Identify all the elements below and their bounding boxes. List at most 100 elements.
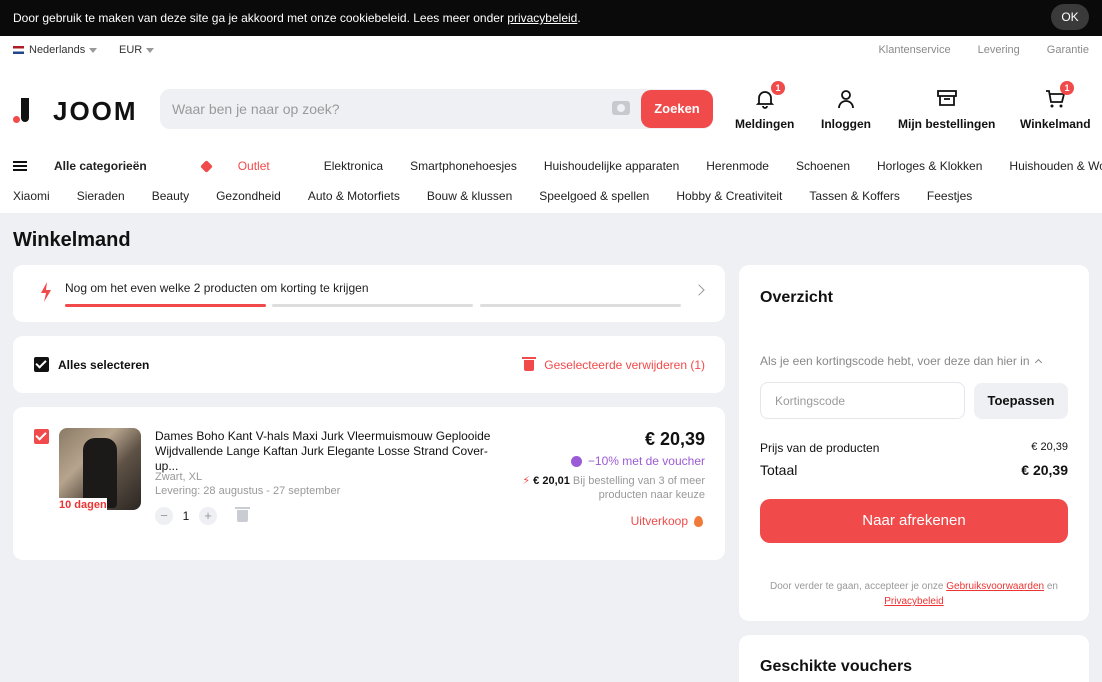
promo-code-input[interactable] (760, 382, 965, 419)
eligible-vouchers-card: Geschikte vouchers (739, 635, 1089, 682)
category-nav-secondary: Xiaomi Sieraden Beauty Gezondheid Auto &… (13, 189, 999, 203)
nav-outlet[interactable]: Outlet (199, 159, 297, 173)
product-title[interactable]: Dames Boho Kant V-hals Maxi Jurk Vleermu… (155, 429, 507, 474)
logo-wordmark: JOOM (53, 96, 138, 126)
nav-item[interactable]: Smartphonehoesjes (410, 159, 517, 173)
login-button[interactable]: Inloggen (821, 89, 871, 131)
flame-icon (694, 515, 703, 527)
cart-button[interactable]: 1 Winkelmand (1020, 81, 1091, 131)
nav-item[interactable]: Herenmode (706, 159, 769, 173)
delete-selected-button[interactable]: Geselecteerde verwijderen (1) (522, 356, 705, 372)
cookie-bar: Door gebruik te maken van deze site ga j… (0, 0, 1102, 36)
joom-logo[interactable]: JOOM (13, 96, 138, 127)
nav-item[interactable]: Elektronica (324, 159, 383, 173)
item-price: € 20,39 (644, 429, 705, 449)
select-all-label[interactable]: Alles selecteren (58, 358, 149, 372)
login-label: Inloggen (821, 117, 871, 131)
delivery-days-badge: 10 dagen (59, 498, 107, 512)
bulk-discount: ⚡ € 20,01 Bij bestelling van 3 of meer p… (505, 474, 705, 502)
cookie-ok-button[interactable]: OK (1051, 4, 1089, 30)
chevron-right-icon (693, 284, 705, 296)
cookie-message: Door gebruik te maken van deze site ga j… (13, 11, 508, 25)
currency-selector[interactable]: EUR (119, 44, 155, 56)
search-bar: Zoeken (160, 89, 713, 129)
sale-badge: Uitverkoop (631, 514, 703, 528)
quantity-stepper: − 1 + (155, 507, 250, 525)
search-input[interactable] (160, 89, 630, 129)
all-categories-label: Alle categorieën (54, 159, 147, 173)
terms-notice: Door verder te gaan, accepteer je onze G… (760, 579, 1068, 609)
link-delivery[interactable]: Levering (978, 44, 1020, 56)
delivery-dates: Levering: 28 augustus - 27 september (155, 485, 341, 497)
language-label: Nederlands (29, 44, 86, 56)
promo-code-hint: Als je een kortingscode hebt, voer deze … (760, 354, 1030, 368)
product-meta: Zwart, XL Levering: 28 augustus - 27 sep… (155, 470, 340, 498)
user-icon (838, 90, 854, 109)
item-checkbox[interactable] (34, 429, 49, 444)
caret-down-icon (146, 47, 155, 53)
privacy-policy-link[interactable]: Privacybeleid (884, 596, 943, 607)
terms-link[interactable]: Gebruiksvoorwaarden (946, 581, 1044, 592)
nav-item[interactable]: Sieraden (77, 189, 125, 203)
camera-icon[interactable] (612, 101, 630, 115)
orders-button[interactable]: Mijn bestellingen (898, 89, 995, 131)
promo-code-toggle[interactable]: Als je een kortingscode hebt, voer deze … (760, 354, 1042, 368)
cookie-text: Door gebruik te maken van deze site ga j… (13, 11, 581, 25)
nav-item[interactable]: Horloges & Klokken (877, 159, 982, 173)
link-warranty[interactable]: Garantie (1047, 44, 1089, 56)
total-value: € 20,39 (1021, 462, 1068, 478)
subtotal-value: € 20,39 (1031, 441, 1068, 453)
select-all-checkbox[interactable] (34, 357, 49, 372)
nav-item[interactable]: Schoenen (796, 159, 850, 173)
privacy-link[interactable]: privacybeleid (507, 11, 577, 25)
search-button[interactable]: Zoeken (641, 90, 713, 128)
nav-item[interactable]: Bouw & klussen (427, 189, 512, 203)
nav-item[interactable]: Feestjes (927, 189, 972, 203)
nav-item[interactable]: Gezondheid (216, 189, 281, 203)
all-categories-button[interactable]: Alle categorieën (13, 159, 174, 173)
cart-badge: 1 (1060, 81, 1074, 95)
discount-progress-card[interactable]: Nog om het even welke 2 producten om kor… (13, 265, 725, 322)
apply-code-button[interactable]: Toepassen (974, 383, 1068, 419)
nav-item[interactable]: Xiaomi (13, 189, 50, 203)
site-header: Nederlands EUR Klantenservice Levering G… (0, 36, 1102, 213)
remove-item-icon[interactable] (235, 507, 250, 522)
voucher-text: −10% met de voucher (587, 454, 705, 468)
trash-icon (522, 356, 537, 371)
link-customer-service[interactable]: Klantenservice (878, 44, 950, 56)
cookie-period: . (577, 11, 581, 25)
category-nav-primary: Alle categorieën Outlet Elektronica Smar… (13, 159, 1102, 173)
nav-item[interactable]: Beauty (152, 189, 189, 203)
voucher-discount[interactable]: −10% met de voucher (570, 454, 705, 468)
dutch-flag-icon (13, 46, 24, 54)
tag-icon (199, 159, 213, 173)
lightning-icon: ⚡ (522, 475, 531, 487)
nav-item[interactable]: Huishouden & Wonen (1009, 159, 1102, 173)
subtotal-row: Prijs van de producten € 20,39 (760, 441, 1068, 455)
notifications-button[interactable]: 1 Meldingen (735, 81, 795, 131)
notifications-badge: 1 (771, 81, 785, 95)
progress-segment-filled (65, 304, 266, 307)
progress-segment (272, 304, 473, 307)
checkout-button[interactable]: Naar afrekenen (760, 499, 1068, 543)
menu-icon (13, 161, 27, 171)
outlet-label: Outlet (237, 159, 270, 173)
decrease-quantity-button[interactable]: − (155, 507, 173, 525)
nav-item[interactable]: Hobby & Creativiteit (676, 189, 782, 203)
nav-item[interactable]: Auto & Motorfiets (308, 189, 400, 203)
chevron-up-icon (1034, 358, 1042, 367)
increase-quantity-button[interactable]: + (199, 507, 217, 525)
quantity-value: 1 (182, 509, 190, 523)
subtotal-label: Prijs van de producten (760, 441, 880, 455)
nav-item[interactable]: Speelgoed & spellen (539, 189, 649, 203)
lightning-icon (41, 282, 51, 302)
nav-item[interactable]: Huishoudelijke apparaten (544, 159, 679, 173)
nav-item[interactable]: Tassen & Koffers (809, 189, 900, 203)
total-label: Totaal (760, 462, 798, 478)
notifications-label: Meldingen (735, 117, 795, 131)
bulk-text: Bij bestelling van 3 of meer producten n… (569, 475, 705, 501)
language-selector[interactable]: Nederlands (13, 44, 98, 56)
sale-label: Uitverkoop (630, 514, 688, 528)
terms-prefix: Door verder te gaan, accepteer je onze (770, 581, 947, 592)
terms-and: en (1044, 581, 1058, 592)
